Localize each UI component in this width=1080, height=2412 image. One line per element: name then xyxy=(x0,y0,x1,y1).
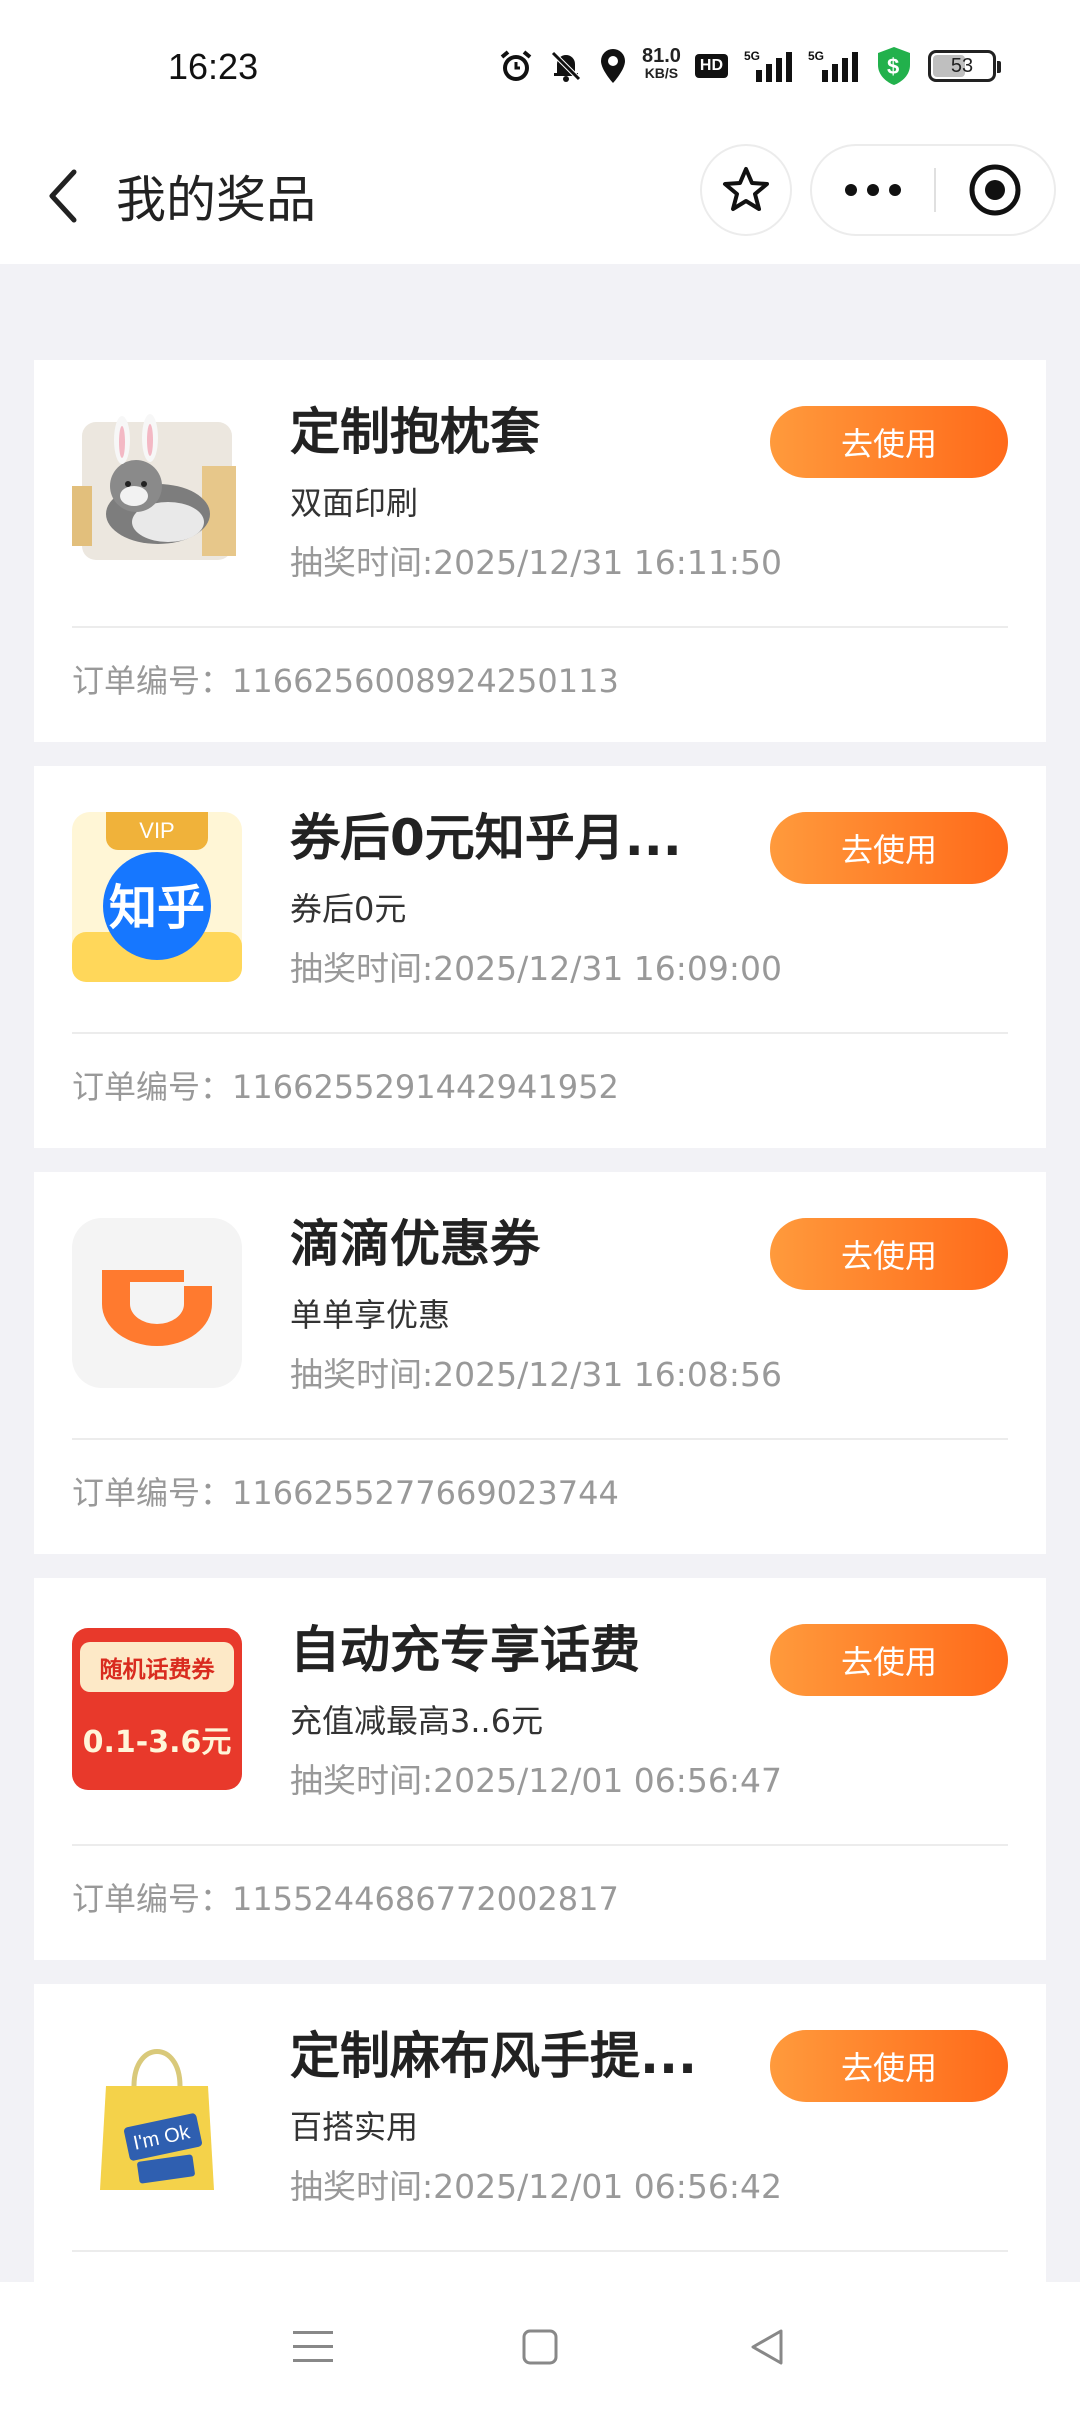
coupon-amount: 0.1-3.6元 xyxy=(83,1725,232,1760)
didi-logo xyxy=(72,1218,242,1388)
card-divider xyxy=(72,1032,1008,1034)
battery-icon: 53 xyxy=(928,46,1001,86)
svg-text:$: $ xyxy=(887,54,899,79)
use-button[interactable]: 去使用 xyxy=(770,1624,1008,1696)
menu-icon[interactable] xyxy=(283,2317,343,2377)
close-button[interactable] xyxy=(936,146,1054,234)
target-circle-icon xyxy=(969,164,1021,216)
prize-draw-time: 抽奖时间:2025/12/01 06:56:42 xyxy=(290,2167,783,2206)
net-speed-unit: KB/S xyxy=(644,65,679,81)
order-number: 订单编号：1155244686772002817 xyxy=(72,1880,619,1918)
mute-icon xyxy=(548,46,584,86)
prize-title: 券后0元知乎月... xyxy=(290,809,682,867)
pillow-cat-image xyxy=(72,406,242,576)
coupon-top-label: 随机话费券 xyxy=(100,1656,216,1683)
5g-signal-icon: 5G xyxy=(742,46,794,86)
prize-title: 滴滴优惠券 xyxy=(290,1215,540,1273)
svg-text:5G: 5G xyxy=(808,49,824,63)
card-divider xyxy=(72,2250,1008,2252)
status-time: 16:23 xyxy=(168,46,259,87)
prize-card: 定制抱枕套 双面印刷 抽奖时间:2025/12/31 16:11:50 去使用 … xyxy=(34,360,1046,742)
battery-level: 53 xyxy=(950,54,974,77)
nav-bar: 我的奖品 xyxy=(0,130,1080,264)
mini-program-capsule xyxy=(810,144,1056,236)
use-button[interactable]: 去使用 xyxy=(770,1218,1008,1290)
vip-label: VIP xyxy=(139,818,174,843)
order-number: 订单编号：1166256008924250113 xyxy=(72,662,619,700)
prize-subtitle: 单单享优惠 xyxy=(290,1296,451,1334)
prize-title: 定制麻布风手提... xyxy=(290,2027,697,2085)
zhihu-label: 知乎 xyxy=(109,880,205,936)
status-bar: 16:23 81.0 KB/S HD 5G 5G $ 53 xyxy=(0,0,1080,130)
prize-title: 定制抱枕套 xyxy=(290,403,540,461)
system-nav-bar xyxy=(0,2282,1080,2412)
card-divider xyxy=(72,1844,1008,1846)
prize-draw-time: 抽奖时间:2025/12/01 06:56:47 xyxy=(290,1761,783,1800)
prize-draw-time: 抽奖时间:2025/12/31 16:09:00 xyxy=(290,949,783,988)
net-speed: 81.0 KB/S xyxy=(642,46,681,86)
star-icon xyxy=(723,167,769,211)
phone-bill-coupon: 随机话费券 0.1-3.6元 xyxy=(72,1624,242,1794)
net-speed-value: 81.0 xyxy=(641,45,681,67)
prize-card: VIP 知乎 券后0元知乎月... 券后0元 抽奖时间:2025/12/31 1… xyxy=(34,766,1046,1148)
page-title: 我的奖品 xyxy=(116,171,316,229)
hd-label: HD xyxy=(694,54,728,78)
zhihu-vip-logo: VIP 知乎 xyxy=(72,812,242,982)
favorite-button[interactable] xyxy=(700,144,792,236)
prize-list: 定制抱枕套 双面印刷 抽奖时间:2025/12/31 16:11:50 去使用 … xyxy=(34,360,1046,2390)
location-icon xyxy=(598,46,628,86)
card-divider xyxy=(72,626,1008,628)
back-triangle-icon[interactable] xyxy=(737,2317,797,2377)
alarm-icon xyxy=(498,46,534,86)
prize-draw-time: 抽奖时间:2025/12/31 16:08:56 xyxy=(290,1355,783,1394)
order-number: 订单编号：1166255291442941952 xyxy=(72,1068,619,1106)
prize-title: 自动充专享话费 xyxy=(290,1621,640,1679)
status-icons: 81.0 KB/S HD 5G 5G $ 53 xyxy=(498,44,1001,88)
use-button[interactable]: 去使用 xyxy=(770,812,1008,884)
svg-text:5G: 5G xyxy=(744,49,760,63)
prize-draw-time: 抽奖时间:2025/12/31 16:11:50 xyxy=(290,543,783,582)
hd-icon: HD xyxy=(694,46,728,86)
order-number: 订单编号：1166255277669023744 xyxy=(72,1474,619,1512)
more-button[interactable] xyxy=(812,146,934,234)
prize-subtitle: 券后0元 xyxy=(290,890,407,928)
prize-subtitle: 充值减最高3..6元 xyxy=(290,1702,544,1740)
shield-dollar-icon: $ xyxy=(874,46,914,86)
5g-signal-icon: 5G xyxy=(808,46,860,86)
more-dots-icon xyxy=(845,184,901,196)
chevron-left-icon[interactable] xyxy=(34,158,94,234)
prize-card: 随机话费券 0.1-3.6元 自动充专享话费 充值减最高3..6元 抽奖时间:2… xyxy=(34,1578,1046,1960)
card-divider xyxy=(72,1438,1008,1440)
prize-subtitle: 双面印刷 xyxy=(290,484,419,522)
use-button[interactable]: 去使用 xyxy=(770,2030,1008,2102)
prize-card: 滴滴优惠券 单单享优惠 抽奖时间:2025/12/31 16:08:56 去使用… xyxy=(34,1172,1046,1554)
tote-bag-image: I'm Ok xyxy=(72,2030,242,2200)
prize-subtitle: 百搭实用 xyxy=(290,2108,419,2146)
home-square-icon[interactable] xyxy=(510,2317,570,2377)
use-button[interactable]: 去使用 xyxy=(770,406,1008,478)
